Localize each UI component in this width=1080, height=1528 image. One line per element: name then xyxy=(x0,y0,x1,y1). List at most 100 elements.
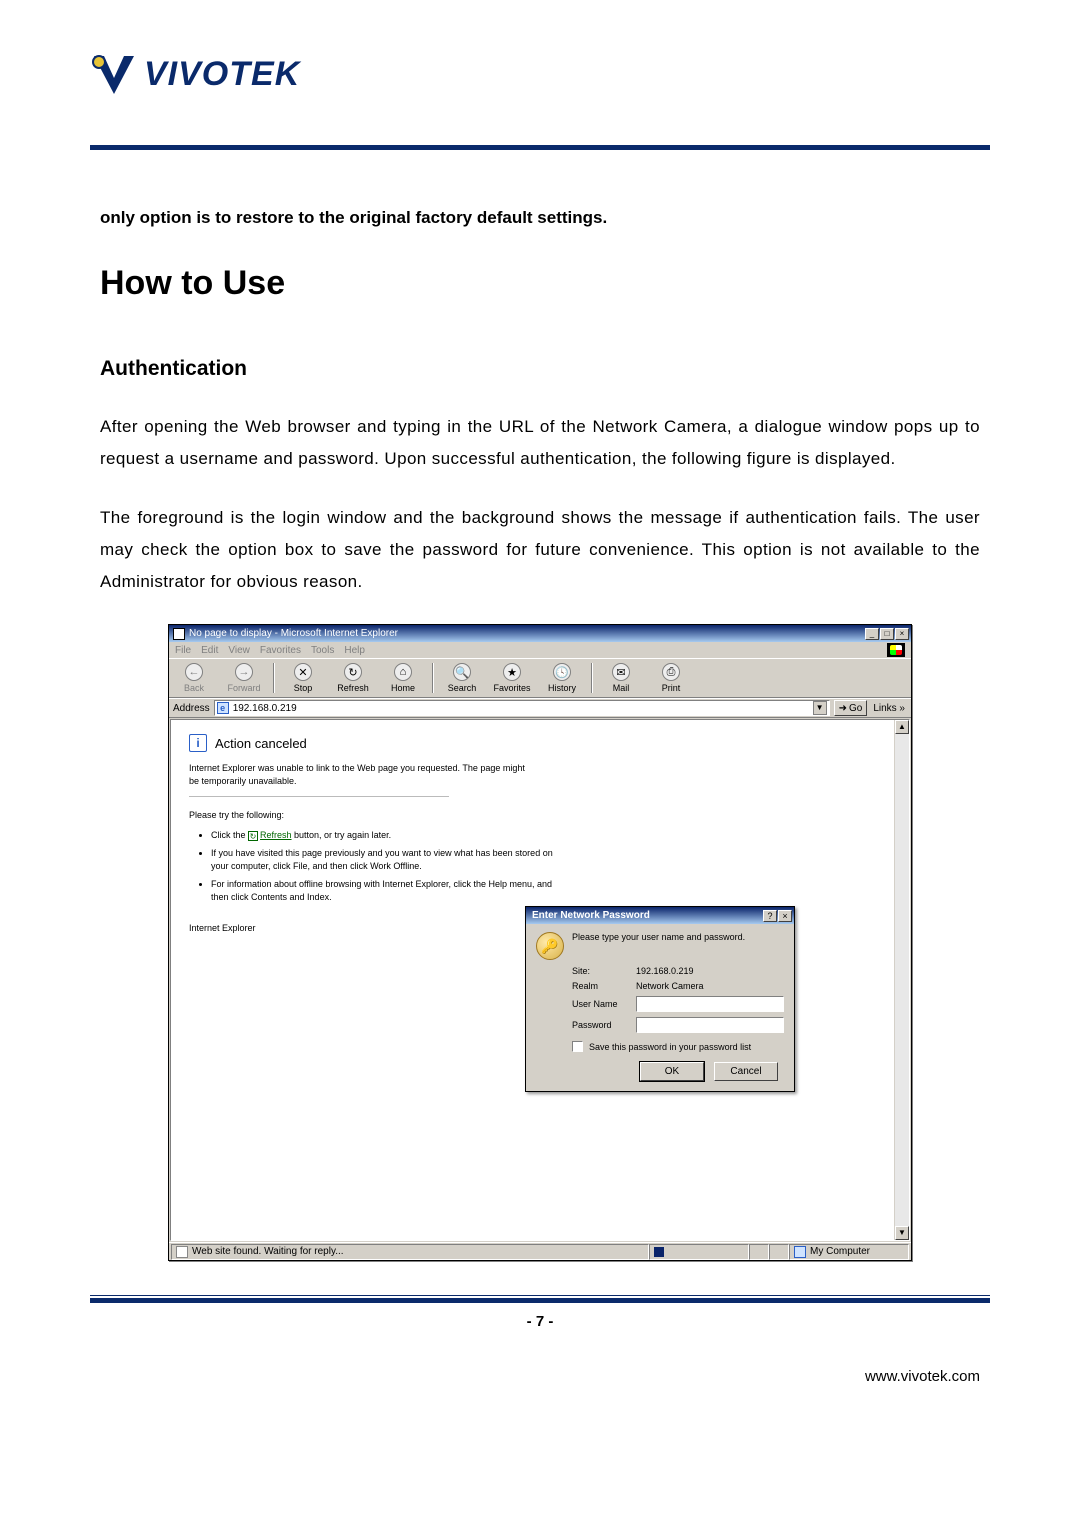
username-input[interactable] xyxy=(636,996,784,1012)
menu-tools[interactable]: Tools xyxy=(311,645,334,656)
paragraph-2: The foreground is the login window and t… xyxy=(100,502,980,599)
mail-button[interactable]: ✉Mail xyxy=(600,663,642,693)
security-zone: My Computer xyxy=(810,1246,870,1257)
progress-bar xyxy=(649,1244,749,1260)
save-password-checkbox[interactable] xyxy=(572,1041,583,1052)
refresh-small-icon: ↻ xyxy=(248,831,258,841)
realm-value: Network Camera xyxy=(636,981,784,991)
menu-view[interactable]: View xyxy=(228,645,250,656)
minimize-button[interactable]: _ xyxy=(865,628,879,640)
error-page: i Action canceled Internet Explorer was … xyxy=(171,720,909,932)
dialog-help-button[interactable]: ? xyxy=(763,910,777,922)
menu-bar: File Edit View Favorites Tools Help xyxy=(169,642,911,658)
username-label: User Name xyxy=(572,999,630,1009)
toolbar-separator xyxy=(273,663,274,693)
stop-button[interactable]: ✕Stop xyxy=(282,663,324,693)
address-value: 192.168.0.219 xyxy=(233,703,297,714)
menu-favorites[interactable]: Favorites xyxy=(260,645,301,656)
zone-icon xyxy=(794,1246,806,1258)
key-icon: 🔑 xyxy=(536,932,564,960)
print-button[interactable]: ⎙Print xyxy=(650,663,692,693)
site-value: 192.168.0.219 xyxy=(636,966,784,976)
window-titlebar: No page to display - Microsoft Internet … xyxy=(169,625,911,642)
dialog-title: Enter Network Password xyxy=(532,910,650,921)
favorites-icon: ★ xyxy=(503,663,521,681)
menu-help[interactable]: Help xyxy=(344,645,365,656)
page-number: - 7 - xyxy=(0,1313,1080,1330)
error-divider xyxy=(189,796,449,797)
brand-logo: VIVOTEK xyxy=(90,50,990,103)
save-password-label: Save this password in your password list xyxy=(589,1042,751,1052)
toolbar-separator xyxy=(432,663,433,693)
refresh-icon: ↻ xyxy=(344,663,362,681)
scroll-up-icon[interactable]: ▲ xyxy=(895,720,909,734)
maximize-button[interactable]: □ xyxy=(880,628,894,640)
print-icon: ⎙ xyxy=(662,663,680,681)
try-label: Please try the following: xyxy=(189,809,529,822)
list-item: If you have visited this page previously… xyxy=(211,847,571,874)
favorites-button[interactable]: ★Favorites xyxy=(491,663,533,693)
cancel-button[interactable]: Cancel xyxy=(714,1062,778,1081)
history-icon: 🕓 xyxy=(553,663,571,681)
site-url: www.vivotek.com xyxy=(0,1368,1080,1385)
toolbar-separator xyxy=(591,663,592,693)
footer-rule xyxy=(90,1295,990,1296)
toolbar: ←Back →Forward ✕Stop ↻Refresh ⌂Home 🔍Sea… xyxy=(169,658,911,698)
go-button[interactable]: ➜ Go xyxy=(834,700,868,716)
window-title: No page to display - Microsoft Internet … xyxy=(189,628,865,639)
scrollbar[interactable]: ▲ ▼ xyxy=(894,720,909,1240)
logo-text: VIVOTEK xyxy=(144,55,300,94)
address-label: Address xyxy=(173,703,210,714)
history-button[interactable]: 🕓History xyxy=(541,663,583,693)
forward-button[interactable]: →Forward xyxy=(223,663,265,693)
status-message: Web site found. Waiting for reply... xyxy=(192,1246,344,1257)
back-button[interactable]: ←Back xyxy=(173,663,215,693)
error-message: Internet Explorer was unable to link to … xyxy=(189,762,529,787)
status-flag-icon xyxy=(176,1246,188,1258)
ie-app-icon xyxy=(173,628,185,640)
ok-button[interactable]: OK xyxy=(640,1062,704,1081)
error-heading: Action canceled xyxy=(215,736,307,751)
footer-rule xyxy=(90,1298,990,1303)
stop-icon: ✕ xyxy=(294,663,312,681)
lead-paragraph: only option is to restore to the origina… xyxy=(100,208,980,228)
content-area: ▲ ▼ i Action canceled Internet Explorer … xyxy=(170,719,910,1241)
refresh-link[interactable]: Refresh xyxy=(260,830,292,840)
login-dialog: Enter Network Password ? × 🔑 Please type… xyxy=(525,906,795,1092)
address-dropdown-icon[interactable]: ▼ xyxy=(813,701,827,715)
scroll-down-icon[interactable]: ▼ xyxy=(895,1226,909,1240)
header-rule xyxy=(90,145,990,150)
info-icon: i xyxy=(189,734,207,752)
dialog-close-button[interactable]: × xyxy=(778,910,792,922)
close-button[interactable]: × xyxy=(895,628,909,640)
back-icon: ← xyxy=(185,663,203,681)
screenshot-figure: No page to display - Microsoft Internet … xyxy=(94,624,986,1261)
search-button[interactable]: 🔍Search xyxy=(441,663,483,693)
heading-how-to-use: How to Use xyxy=(100,264,980,303)
go-icon: ➜ xyxy=(839,703,847,714)
menu-edit[interactable]: Edit xyxy=(201,645,218,656)
password-input[interactable] xyxy=(636,1017,784,1033)
menu-file[interactable]: File xyxy=(175,645,191,656)
password-label: Password xyxy=(572,1020,630,1030)
ie-window: No page to display - Microsoft Internet … xyxy=(168,624,912,1261)
dialog-prompt: Please type your user name and password. xyxy=(572,932,745,942)
ie-throbber-icon xyxy=(887,643,905,657)
heading-authentication: Authentication xyxy=(100,357,980,381)
dialog-titlebar: Enter Network Password ? × xyxy=(526,907,794,924)
address-bar: Address e 192.168.0.219 ▼ ➜ Go Links » xyxy=(169,698,911,718)
realm-label: Realm xyxy=(572,981,630,991)
status-spacer xyxy=(749,1244,769,1260)
refresh-button[interactable]: ↻Refresh xyxy=(332,663,374,693)
page-icon: e xyxy=(217,702,229,714)
address-input[interactable]: e 192.168.0.219 ▼ xyxy=(214,700,830,716)
paragraph-1: After opening the Web browser and typing… xyxy=(100,411,980,476)
status-spacer xyxy=(769,1244,789,1260)
site-label: Site: xyxy=(572,966,630,976)
search-icon: 🔍 xyxy=(453,663,471,681)
mail-icon: ✉ xyxy=(612,663,630,681)
home-icon: ⌂ xyxy=(394,663,412,681)
home-button[interactable]: ⌂Home xyxy=(382,663,424,693)
links-button[interactable]: Links » xyxy=(871,703,907,714)
list-item: Click the ↻Refresh button, or try again … xyxy=(211,829,571,843)
